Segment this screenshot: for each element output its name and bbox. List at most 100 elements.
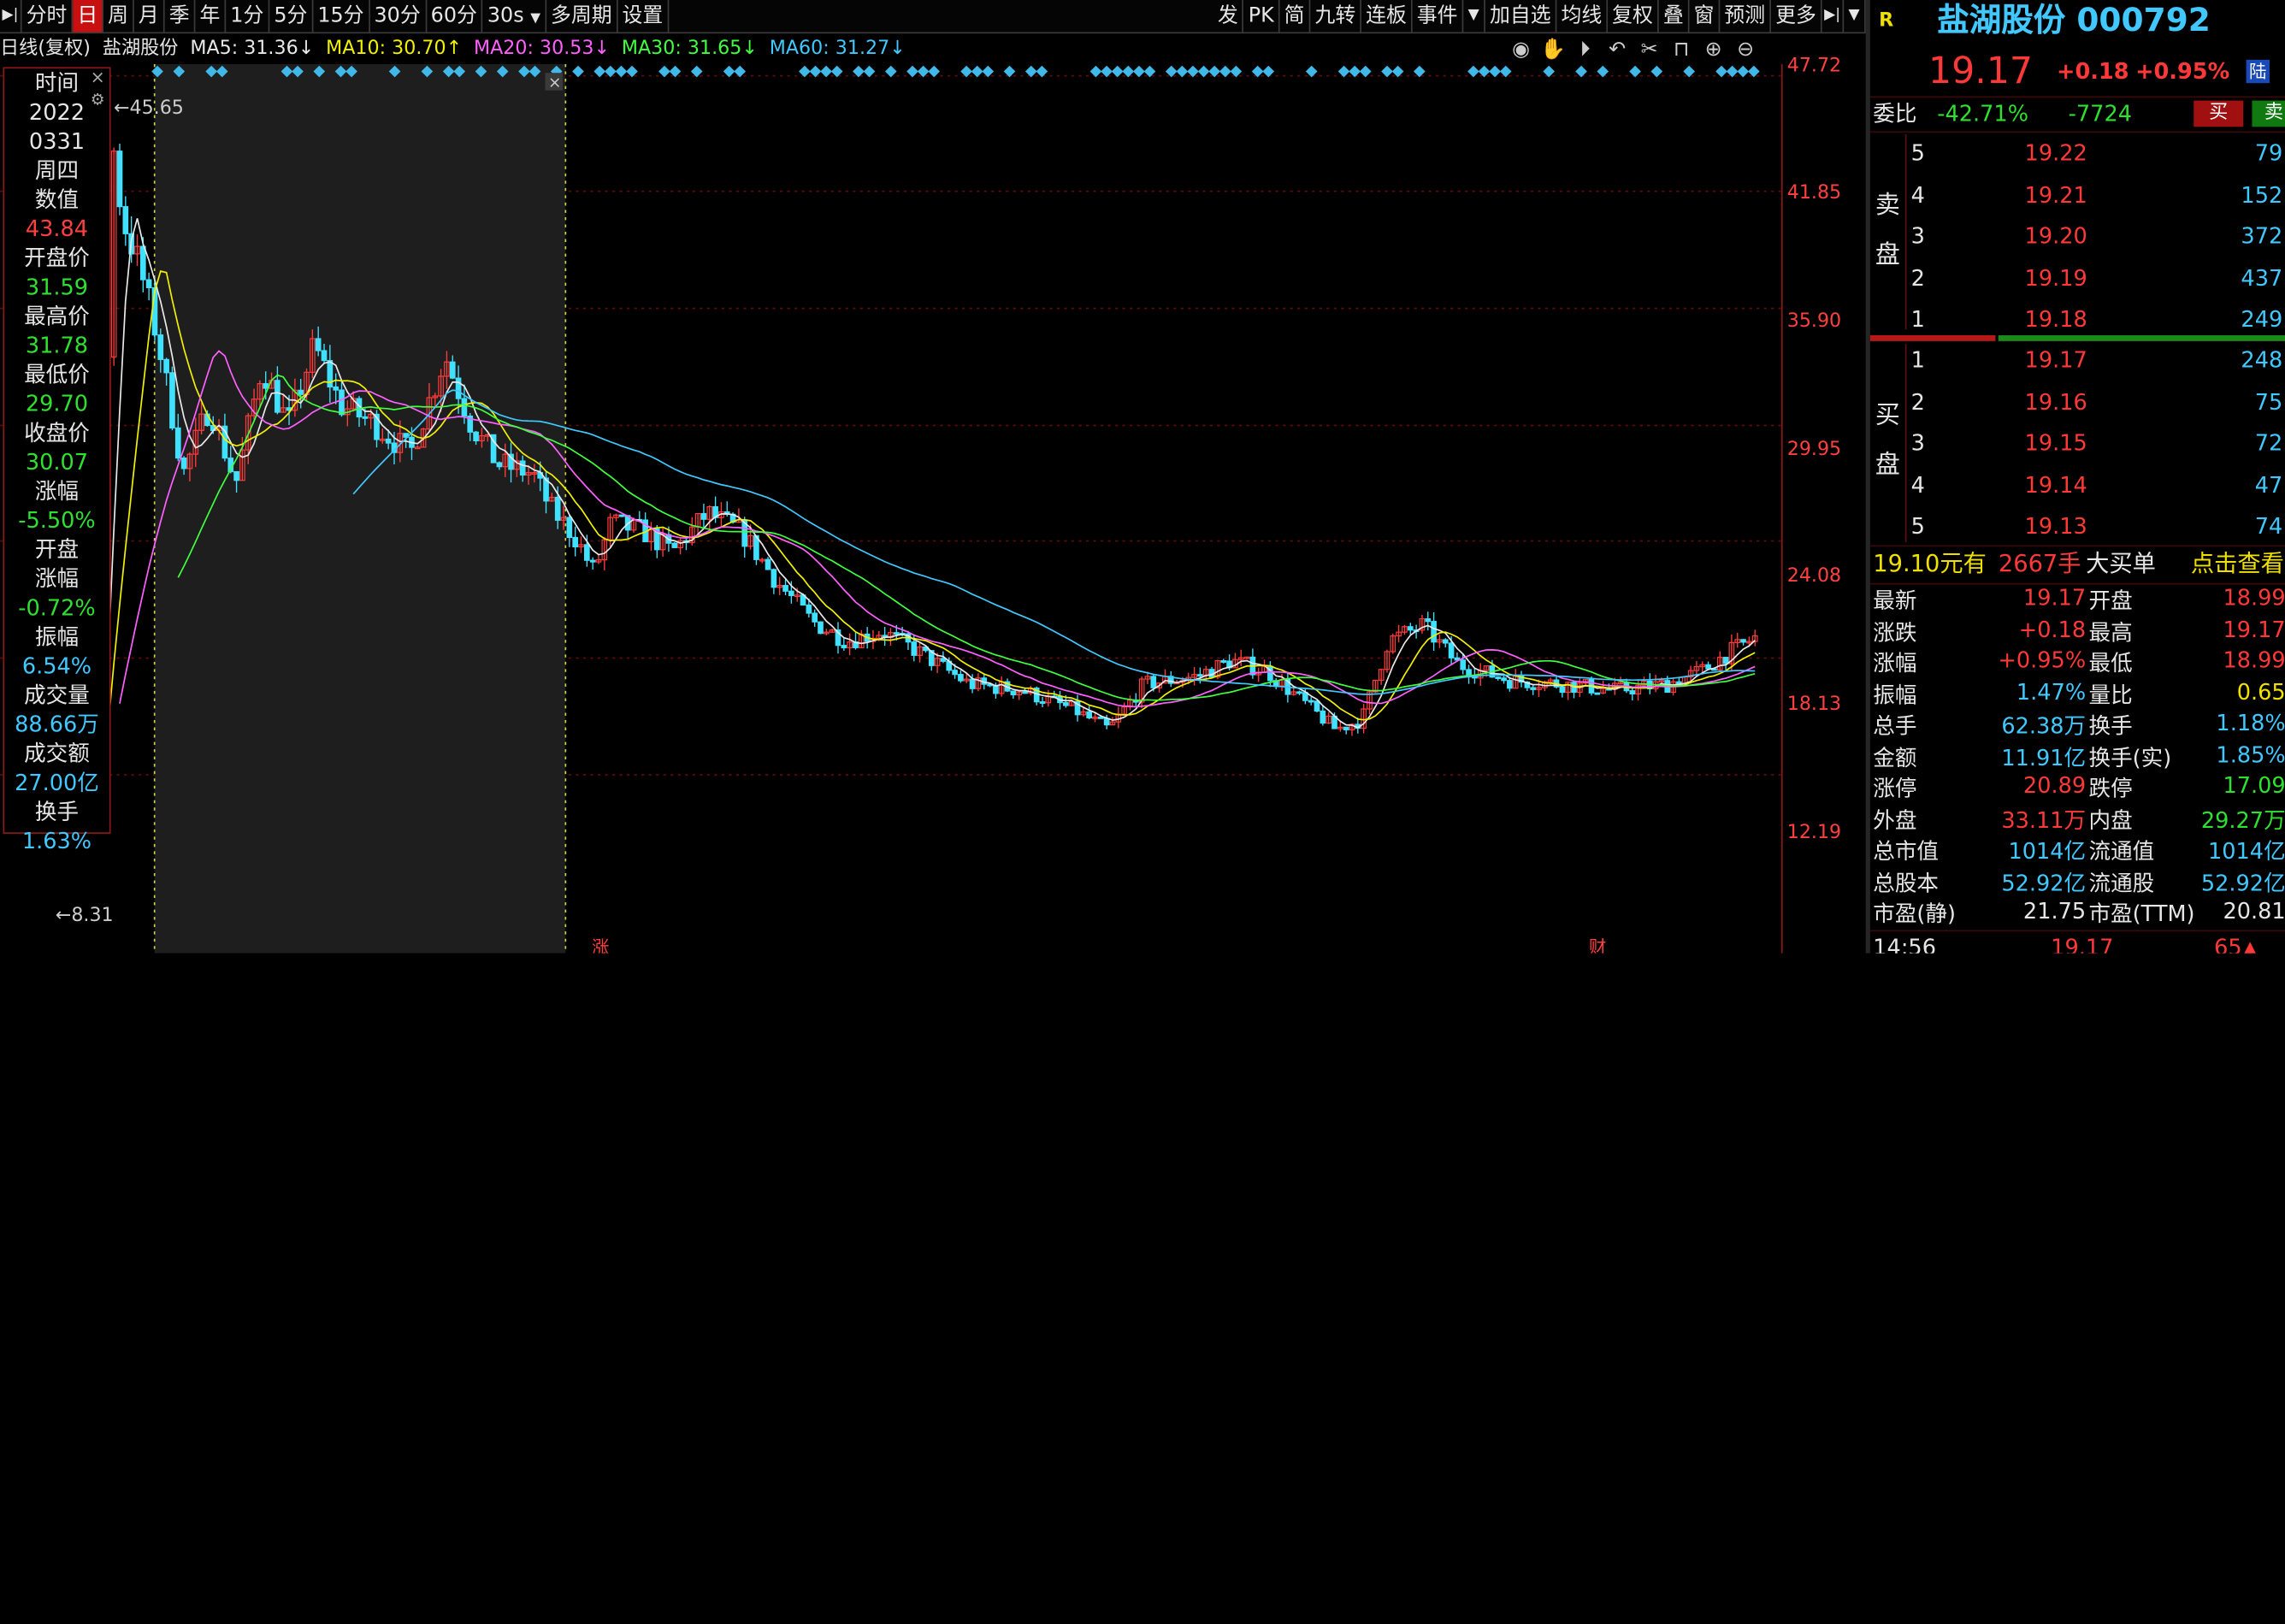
candle [841, 645, 847, 649]
candle [275, 380, 280, 413]
event-button[interactable]: 事件 [1413, 0, 1464, 32]
bid-price[interactable]: 19.13 [2025, 513, 2087, 540]
tab-30s[interactable]: 30s ▼ [483, 0, 546, 32]
gear-icon[interactable]: ⚙ [87, 91, 108, 111]
bid-price[interactable]: 19.16 [2025, 388, 2087, 415]
limit-board-button[interactable]: 连板 [1361, 0, 1413, 32]
candle [1220, 660, 1227, 663]
stat-value: 52.92亿 [2200, 869, 2285, 896]
event-diamond [1111, 65, 1124, 78]
period-label[interactable]: 日线(复权) [0, 38, 91, 60]
bid-lvl: 5 [1910, 512, 1925, 540]
candle [1308, 700, 1314, 703]
ma10-label: MA10: 30.70↑ [326, 38, 463, 60]
candle [940, 658, 947, 662]
candle [1594, 692, 1601, 695]
multi-period-button[interactable]: 多周期 [546, 0, 618, 32]
bid-bar [1998, 335, 2285, 341]
tab-yearly[interactable]: 年 [195, 0, 227, 32]
ask-price[interactable]: 19.21 [2025, 181, 2087, 208]
tab-15min[interactable]: 15分 [313, 0, 370, 32]
bid-price[interactable]: 19.17 [2025, 347, 2087, 374]
bid-label-box: 买盘 [1870, 344, 1907, 543]
bid-vol: 47 [2254, 471, 2283, 499]
info-label: 收盘价 [24, 419, 90, 446]
eye-icon[interactable]: ◉ [1507, 37, 1534, 63]
buy-button[interactable]: 买 [2193, 100, 2244, 127]
tab-daily[interactable]: 日 [73, 0, 104, 32]
tab-monthly[interactable]: 月 [134, 0, 165, 32]
tick-row: 14:56 19.17 65 ▲ [1870, 931, 2285, 954]
stat-label: 总手 [1873, 712, 1917, 740]
candle [952, 670, 958, 676]
ma-lines-button[interactable]: 均线 [1556, 0, 1609, 32]
candle [812, 612, 818, 623]
stat-label: 换手(实) [2088, 744, 2172, 771]
info-label: 开盘价 [24, 245, 90, 272]
close-icon[interactable]: × [87, 67, 108, 87]
info-label: 数值 [34, 186, 80, 213]
stat-value: 19.17 [2022, 584, 2087, 611]
event-diamond [906, 65, 918, 78]
undo-icon[interactable]: ↶ [1603, 37, 1631, 63]
add-watchlist-button[interactable]: 加自选 [1485, 0, 1557, 32]
candle [1063, 702, 1069, 706]
tab-30min[interactable]: 30分 [369, 0, 427, 32]
tab-intraday[interactable]: 分时 [22, 0, 74, 32]
zoom-out-icon[interactable]: ⊖ [1732, 37, 1759, 63]
sell-button[interactable]: 卖 [2252, 100, 2285, 127]
big-order-link[interactable]: 点击查看 [2191, 546, 2284, 582]
zoom-in-icon[interactable]: ⊕ [1699, 37, 1727, 63]
stock-label: 盐湖股份 [102, 38, 179, 60]
pk-button[interactable]: PK [1244, 0, 1280, 32]
ask-price[interactable]: 19.20 [2025, 223, 2087, 250]
window-button[interactable]: 窗 [1690, 0, 1721, 32]
bid-price[interactable]: 19.15 [2025, 430, 2087, 457]
ask-price[interactable]: 19.18 [2025, 306, 2087, 333]
candle [1530, 687, 1537, 690]
tab-5min[interactable]: 5分 [269, 0, 314, 32]
stat-value: 18.99 [2223, 584, 2285, 611]
simple-button[interactable]: 简 [1280, 0, 1311, 32]
info-label: 开盘 [34, 536, 80, 563]
tab-quarterly[interactable]: 季 [165, 0, 196, 32]
play-icon[interactable]: ⏵ [1571, 37, 1598, 63]
stat-value: +0.95% [1998, 647, 2087, 674]
sidebar-toggle-icon[interactable]: ▶| [0, 0, 22, 32]
bid-price[interactable]: 19.14 [2025, 471, 2087, 498]
ask-label-box: 卖盘 [1870, 133, 1907, 330]
price-row: 19.17 +0.18 +0.95% 陆 [1870, 50, 2285, 93]
forecast-button[interactable]: 预测 [1720, 0, 1771, 32]
tab-60min[interactable]: 60分 [427, 0, 483, 32]
price-change: +0.18 [2057, 58, 2129, 85]
publish-button[interactable]: 发 [1213, 0, 1244, 32]
bid-vol: 74 [2254, 512, 2283, 540]
tab-1min[interactable]: 1分 [226, 0, 270, 32]
caret-down-icon[interactable]: ▼ [1463, 0, 1485, 32]
settings-button[interactable]: 设置 [617, 0, 670, 32]
candle [1296, 691, 1302, 694]
ask-price[interactable]: 19.22 [2025, 140, 2087, 167]
event-diamond [971, 65, 983, 78]
candle [1197, 674, 1203, 677]
scissors-icon[interactable]: ✂ [1635, 37, 1662, 63]
big-order-row[interactable]: 19.10元有 2667手 大买单 点击查看 [1870, 546, 2285, 582]
more-button[interactable]: 更多 [1771, 0, 1822, 32]
panel-toggle-icon[interactable]: ▶| [1822, 0, 1845, 32]
overlay-button[interactable]: 叠 [1659, 0, 1690, 32]
kline-chart[interactable]: ←45.65 ←8.31 涨 财 × [0, 63, 1790, 954]
selection-close-icon: × [548, 74, 562, 92]
candle [1010, 690, 1017, 696]
tab-weekly[interactable]: 周 [103, 0, 134, 32]
candle [315, 338, 322, 351]
adjust-button[interactable]: 复权 [1608, 0, 1659, 32]
ask-price[interactable]: 19.19 [2025, 264, 2087, 291]
stat-value: 1014亿 [2008, 838, 2087, 865]
last-price: 19.17 [1928, 49, 2034, 92]
stock-name-code: 盐湖股份 000792 [1937, 3, 2211, 40]
nine-turn-button[interactable]: 九转 [1310, 0, 1362, 32]
event-diamond [1359, 65, 1372, 78]
menu-caret-icon[interactable]: ▼ [1844, 0, 1866, 32]
hand-icon[interactable]: ✋ [1539, 37, 1567, 63]
lock-icon[interactable]: ⊓ [1668, 37, 1695, 63]
